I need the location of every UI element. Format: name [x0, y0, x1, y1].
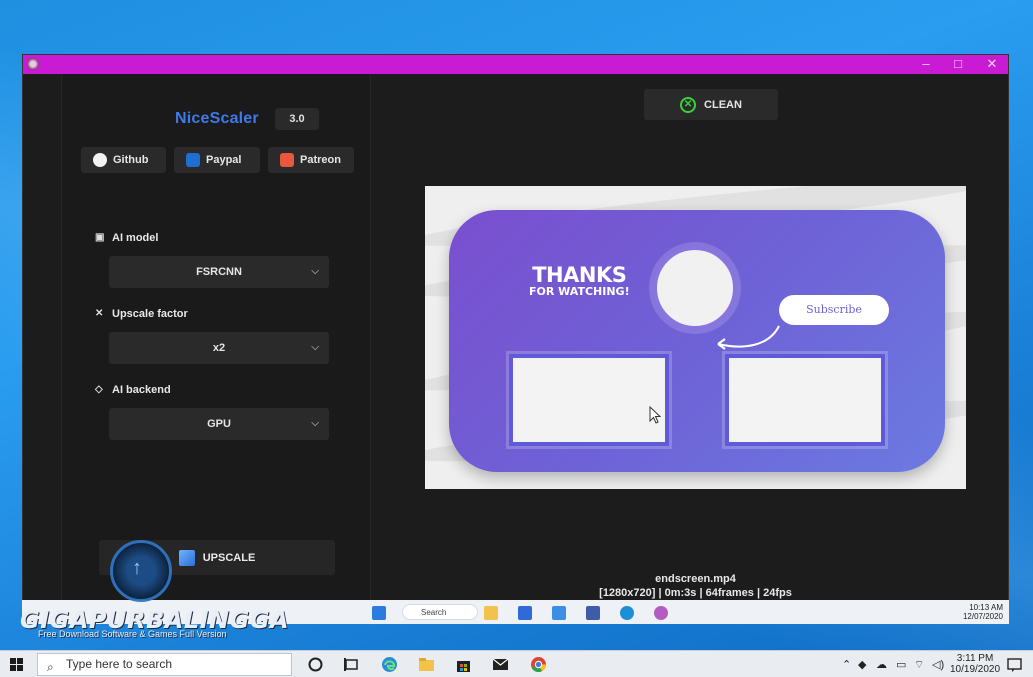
cursor-icon — [649, 406, 661, 424]
volume-icon[interactable]: ◁) — [932, 658, 944, 671]
app-icon — [586, 606, 600, 620]
chevron-down-icon: ⌵ — [311, 342, 319, 353]
shuffle-icon: ✕ — [95, 308, 104, 319]
ai-backend-select[interactable]: GPU ⌵ — [109, 408, 329, 440]
upscale-factor-label-text: Upscale factor — [112, 308, 188, 320]
chevron-up-icon[interactable]: ⌃ — [842, 658, 851, 671]
app-icon — [27, 58, 39, 70]
chevron-down-icon: ⌵ — [311, 266, 319, 277]
endscreen-card: THANKS FOR WATCHING! Subscribe — [449, 210, 945, 472]
taskbar-search-placeholder: Type here to search — [66, 657, 173, 671]
inner-date: 12/07/2020 — [962, 612, 1003, 621]
ai-model-label-text: AI model — [112, 232, 159, 244]
dropbox-icon[interactable]: ◆ — [858, 658, 866, 671]
store-icon — [518, 606, 532, 620]
inner-search-text: Search — [421, 608, 447, 617]
chip-icon: ◇ — [95, 384, 103, 395]
curved-arrow-icon — [717, 325, 780, 350]
subscribe-pill: Subscribe — [779, 295, 889, 325]
watermark-logo: ↑ — [110, 540, 172, 602]
edge-icon[interactable] — [381, 656, 398, 673]
network-icon[interactable]: ⌔ — [914, 658, 924, 672]
mail-icon[interactable] — [492, 656, 509, 673]
file-explorer-icon[interactable] — [418, 656, 435, 673]
paypal-label: Paypal — [206, 154, 242, 166]
version-badge: 3.0 — [275, 108, 319, 130]
upscale-factor-select[interactable]: x2 ⌵ — [109, 332, 329, 364]
upscale-factor-value: x2 — [212, 342, 226, 354]
taskbar: ⌕ Type here to search ⌃ ◆ ☁ ▭ ⌔ ◁) 3:11 … — [0, 650, 1033, 677]
app-brand: NiceScaler — [175, 110, 259, 127]
cube-icon — [178, 549, 195, 566]
ai-model-select[interactable]: FSRCNN ⌵ — [109, 256, 329, 288]
notification-icon[interactable] — [1006, 656, 1023, 673]
watermark-subtitle: Free Download Software & Games Full Vers… — [38, 629, 227, 639]
close-button[interactable]: ✕ — [977, 56, 1007, 73]
ai-model-label: ▣ AI model — [95, 232, 158, 244]
file-info: [1280x720] | 0m:3s | 64frames | 24fps — [599, 587, 792, 599]
start-button[interactable] — [10, 658, 24, 672]
upload-icon: ↑ — [132, 557, 142, 579]
paypal-button[interactable]: Paypal — [174, 147, 260, 173]
clean-button[interactable]: ✕ CLEAN — [644, 89, 778, 120]
image-icon: ▣ — [95, 232, 105, 243]
file-name: endscreen.mp4 — [655, 573, 736, 585]
taskbar-search[interactable]: ⌕ Type here to search — [37, 653, 292, 676]
store-icon[interactable] — [455, 656, 472, 673]
upscale-factor-label: ✕ Upscale factor — [95, 308, 188, 320]
inner-search-box: Search — [402, 604, 478, 620]
inner-clock: 10:13 AM 12/07/2020 — [963, 603, 1003, 621]
windows-logo-icon — [372, 606, 386, 620]
clean-label: CLEAN — [704, 98, 742, 111]
ai-backend-value: GPU — [207, 418, 231, 430]
media-icon — [552, 606, 566, 620]
ai-backend-label-text: AI backend — [112, 384, 171, 396]
patreon-button[interactable]: Patreon — [268, 147, 354, 173]
thanks-text: THANKS FOR WATCHING! — [529, 263, 630, 298]
maximize-button[interactable]: □ — [943, 56, 973, 73]
task-view-icon[interactable] — [343, 656, 360, 673]
app-window: – □ ✕ NiceScaler 3.0 Github Paypal Patre… — [22, 54, 1009, 624]
video-preview: THANKS FOR WATCHING! Subscribe — [425, 186, 966, 489]
clean-icon: ✕ — [680, 96, 697, 113]
minimize-button[interactable]: – — [911, 56, 941, 73]
chrome-icon[interactable] — [530, 656, 547, 673]
github-icon — [93, 153, 107, 167]
edge-icon — [620, 606, 634, 620]
thanks-line2: FOR WATCHING! — [529, 285, 630, 298]
video-placeholder-right — [725, 354, 885, 446]
taskbar-date: 10/19/2020 — [950, 664, 1001, 675]
ai-model-value: FSRCNN — [196, 266, 242, 278]
paypal-icon — [186, 153, 200, 167]
battery-icon[interactable]: ▭ — [896, 658, 906, 671]
title-bar: – □ ✕ — [23, 55, 1008, 74]
upscale-label: UPSCALE — [202, 551, 256, 564]
inner-time: 10:13 AM — [969, 603, 1003, 612]
patreon-icon — [280, 153, 294, 167]
taskbar-clock[interactable]: 3:11 PM 10/19/2020 — [950, 653, 1000, 675]
github-label: Github — [113, 154, 149, 166]
nicescaler-icon — [654, 606, 668, 620]
search-icon: ⌕ — [47, 660, 54, 674]
ai-backend-label: ◇ AI backend — [95, 384, 171, 396]
avatar-placeholder — [653, 246, 737, 330]
taskbar-time: 3:11 PM — [956, 653, 994, 664]
cortana-icon[interactable] — [307, 656, 324, 673]
video-placeholder-left — [509, 354, 669, 446]
chevron-down-icon: ⌵ — [311, 418, 319, 429]
patreon-label: Patreon — [300, 154, 341, 166]
github-button[interactable]: Github — [81, 147, 166, 173]
folder-icon — [484, 606, 498, 620]
cloud-icon[interactable]: ☁ — [876, 658, 887, 671]
thanks-line1: THANKS — [532, 263, 627, 287]
